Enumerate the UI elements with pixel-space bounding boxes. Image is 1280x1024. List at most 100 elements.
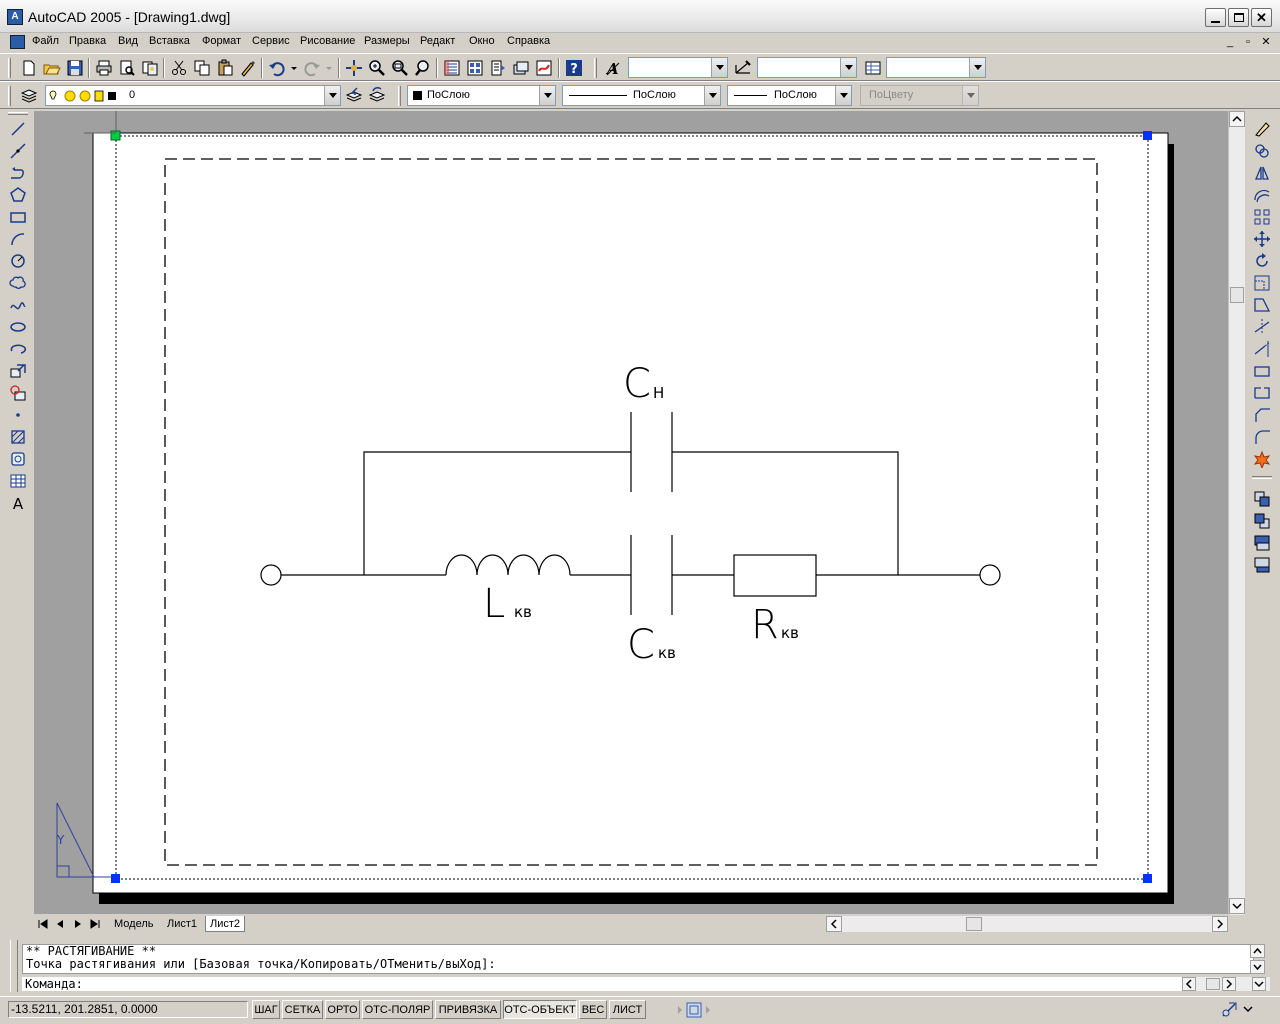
save-icon[interactable] <box>66 59 84 77</box>
publish-icon[interactable] <box>141 59 159 77</box>
zoom-realtime-icon[interactable] <box>368 59 386 77</box>
communication-center-icon[interactable] <box>1220 1001 1238 1019</box>
array-icon[interactable] <box>1253 208 1271 226</box>
pan-realtime-icon[interactable] <box>345 59 363 77</box>
horizontal-scrollbar[interactable] <box>826 916 1228 932</box>
maximize-button[interactable] <box>1228 8 1249 27</box>
menu-file[interactable]: Файл <box>32 35 59 47</box>
copy-object-icon[interactable] <box>1253 142 1271 160</box>
drawing-canvas[interactable]: C H L кв C кв R кв Y <box>34 111 1228 914</box>
insert-block-icon[interactable] <box>9 362 27 380</box>
make-layer-current-icon[interactable] <box>345 87 363 105</box>
zoom-previous-icon[interactable] <box>414 59 432 77</box>
scroll-up-icon[interactable] <box>1250 944 1265 958</box>
multiline-text-icon[interactable]: A <box>9 494 27 512</box>
menu-help[interactable]: Справка <box>507 35 550 47</box>
object-snap-toggle[interactable]: ПРИВЯЗКА <box>435 1000 501 1019</box>
ellipse-arc-icon[interactable] <box>9 340 27 358</box>
viewport-controls[interactable] <box>676 1001 716 1019</box>
scroll-down-icon[interactable] <box>1229 898 1245 914</box>
vertical-scrollbar[interactable] <box>1228 111 1245 915</box>
command-history-scrollbar[interactable] <box>1250 944 1266 974</box>
toolbar-grip[interactable] <box>8 58 11 78</box>
dimension-style-select[interactable] <box>757 57 857 78</box>
extend-icon[interactable] <box>1253 340 1271 358</box>
grip[interactable] <box>111 874 120 883</box>
grip[interactable] <box>1143 131 1152 140</box>
status-menu-icon[interactable] <box>1242 1003 1254 1015</box>
polar-tracking-toggle[interactable]: ОТС-ПОЛЯР <box>362 1000 433 1019</box>
command-line-scrollbar[interactable] <box>1182 977 1270 991</box>
point-icon[interactable] <box>9 406 27 424</box>
menu-tools[interactable]: Сервис <box>252 35 290 47</box>
command-window-grip[interactable] <box>10 940 18 992</box>
coordinate-display[interactable]: -13.5211, 201.2851, 0.0000 <box>8 1001 248 1018</box>
match-properties-icon[interactable] <box>239 59 257 77</box>
fillet-icon[interactable] <box>1253 428 1271 446</box>
polygon-icon[interactable] <box>9 186 27 204</box>
chevron-down-icon[interactable] <box>840 58 856 77</box>
markup-set-icon[interactable] <box>535 59 553 77</box>
terminal-left[interactable] <box>260 564 282 586</box>
minimize-button[interactable] <box>1205 8 1226 27</box>
table-icon[interactable] <box>9 472 27 490</box>
menu-format[interactable]: Формат <box>202 35 241 47</box>
new-file-icon[interactable] <box>20 59 38 77</box>
tab-navigation[interactable] <box>36 917 108 931</box>
scroll-right-icon[interactable] <box>1212 916 1228 932</box>
erase-icon[interactable] <box>1253 120 1271 138</box>
design-center-icon[interactable] <box>466 59 484 77</box>
chamfer-icon[interactable] <box>1253 406 1271 424</box>
terminal-right[interactable] <box>979 564 1001 586</box>
object-snap-tracking-toggle[interactable]: ОТС-ОБЪЕКТ <box>503 1000 577 1019</box>
layer-previous-icon[interactable] <box>368 87 386 105</box>
layer-manager-icon[interactable] <box>20 87 38 105</box>
menu-edit[interactable]: Правка <box>69 35 106 47</box>
chevron-down-icon[interactable] <box>539 86 555 105</box>
layer-select[interactable]: 0 <box>45 85 341 106</box>
toolbar-grip[interactable] <box>398 86 401 106</box>
menu-view[interactable]: Вид <box>118 35 138 47</box>
copy-icon[interactable] <box>193 59 211 77</box>
draw-order-front-icon[interactable] <box>1253 490 1271 508</box>
make-block-icon[interactable] <box>9 384 27 402</box>
doc-restore-button[interactable]: ▫ <box>1240 35 1256 49</box>
redo-icon[interactable] <box>303 59 321 77</box>
chevron-down-icon[interactable] <box>704 86 720 105</box>
offset-icon[interactable] <box>1253 186 1271 204</box>
line-icon[interactable] <box>9 120 27 138</box>
draw-order-above-icon[interactable] <box>1253 534 1271 552</box>
tab-layout1[interactable]: Лист1 <box>163 916 201 932</box>
doc-minimize-button[interactable]: _ <box>1222 35 1238 49</box>
scroll-left-icon[interactable] <box>826 916 842 932</box>
menu-draw[interactable]: Рисование <box>300 35 355 47</box>
tab-layout2[interactable]: Лист2 <box>205 916 246 932</box>
document-icon[interactable] <box>10 35 25 49</box>
draw-order-under-icon[interactable] <box>1253 556 1271 574</box>
paste-icon[interactable] <box>216 59 234 77</box>
scale-icon[interactable] <box>1253 274 1271 292</box>
grip[interactable] <box>1143 874 1152 883</box>
grid-toggle[interactable]: СЕТКА <box>282 1000 323 1019</box>
trim-icon[interactable] <box>1253 318 1271 336</box>
revision-cloud-icon[interactable] <box>9 274 27 292</box>
paper-model-toggle[interactable]: ЛИСТ <box>609 1000 646 1019</box>
paper-space-layout[interactable]: C H L кв C кв R кв Y <box>34 111 1228 914</box>
scroll-up-icon[interactable] <box>1229 111 1245 127</box>
scroll-left-icon[interactable] <box>1182 977 1196 991</box>
text-style-select[interactable] <box>628 57 728 78</box>
toolbar-grip[interactable] <box>594 58 597 78</box>
chevron-down-icon[interactable] <box>835 86 851 105</box>
menu-modify[interactable]: Редакт <box>420 35 455 47</box>
command-input[interactable]: Команда: <box>22 977 1182 991</box>
move-icon[interactable] <box>1253 230 1271 248</box>
table-style-select[interactable] <box>886 57 986 78</box>
undo-icon[interactable] <box>268 59 286 77</box>
color-select[interactable]: ПоСлою <box>407 85 556 106</box>
print-preview-icon[interactable] <box>118 59 136 77</box>
zoom-window-icon[interactable] <box>391 59 409 77</box>
circle-icon[interactable] <box>9 252 27 270</box>
explode-icon[interactable] <box>1253 450 1271 468</box>
construction-line-icon[interactable] <box>9 142 27 160</box>
rectangle-icon[interactable] <box>9 208 27 226</box>
